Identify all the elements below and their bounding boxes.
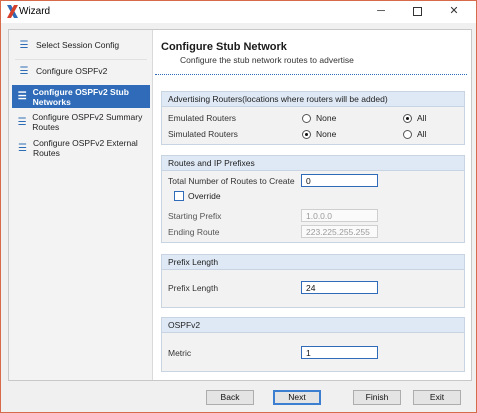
finish-button[interactable]: Finish <box>353 390 401 405</box>
minimize-icon: ─ <box>377 5 385 17</box>
total-routes-label: Total Number of Routes to Create <box>168 176 295 186</box>
group-heading: OSPFv2 <box>162 318 464 333</box>
emulated-none-radio[interactable]: None <box>302 113 336 123</box>
back-button[interactable]: Back <box>206 390 254 405</box>
hamburger-icon: ☰ <box>19 39 29 51</box>
sidebar-item-external-routes[interactable]: ☰ Configure OSPFv2 External Routes <box>12 137 150 159</box>
sidebar-item-label: Select Session Config <box>36 40 120 50</box>
ospfv2-group: OSPFv2 Metric 1 <box>161 317 465 372</box>
title-bar[interactable]: Wizard ─ ✕ <box>1 1 476 23</box>
hamburger-icon: ☰ <box>17 91 27 102</box>
hamburger-icon: ☰ <box>17 142 27 154</box>
sidebar-item-stub-networks[interactable]: ☰ Configure OSPFv2 Stub Networks <box>12 85 150 108</box>
close-button[interactable]: ✕ <box>436 1 472 23</box>
sidebar-item-select-session-config[interactable]: ☰ Select Session Config <box>12 34 150 56</box>
group-heading: Routes and IP Prefixes <box>162 156 464 171</box>
page-subtitle: Configure the stub network routes to adv… <box>180 55 354 65</box>
metric-input[interactable]: 1 <box>301 346 378 359</box>
simulated-all-radio[interactable]: All <box>403 129 426 139</box>
sidebar-item-summary-routes[interactable]: ☰ Configure OSPFv2 Summary Routes <box>12 111 150 133</box>
total-routes-input[interactable]: 0 <box>301 174 378 187</box>
close-icon: ✕ <box>449 5 459 17</box>
sidebar-item-label: Configure OSPFv2 Stub Networks <box>32 86 129 107</box>
next-button[interactable]: Next <box>273 390 321 405</box>
divider <box>155 74 467 75</box>
emulated-routers-label: Emulated Routers <box>168 113 237 123</box>
routes-ip-prefixes-group: Routes and IP Prefixes Total Number of R… <box>161 155 465 243</box>
ending-route-input[interactable]: 223.225.255.255 <box>301 225 378 238</box>
page-title: Configure Stub Network <box>161 41 287 53</box>
maximize-icon <box>412 6 422 16</box>
wizard-frame: ☰ Select Session Config ☰ Configure OSPF… <box>8 29 472 381</box>
starting-prefix-input[interactable]: 1.0.0.0 <box>301 209 378 222</box>
metric-label: Metric <box>168 348 192 358</box>
prefix-length-input[interactable]: 24 <box>301 281 378 294</box>
group-heading: Prefix Length <box>162 255 464 270</box>
wizard-window: Wizard ─ ✕ ☰ Select Session Config ☰ Con… <box>0 0 477 413</box>
radio-circle <box>403 129 412 139</box>
sidebar-item-label: Configure OSPFv2 Summary Routes <box>32 112 143 132</box>
override-checkbox[interactable]: Override <box>174 191 221 201</box>
sidebar-item-configure-ospfv2[interactable]: ☰ Configure OSPFv2 <box>12 60 150 82</box>
sidebar-item-label: Configure OSPFv2 External Routes <box>32 138 138 158</box>
main-panel: Configure Stub Network Configure the stu… <box>153 30 471 380</box>
step-sidebar: ☰ Select Session Config ☰ Configure OSPF… <box>9 30 153 380</box>
emulated-all-radio[interactable]: All <box>403 113 426 123</box>
radio-circle <box>302 113 311 123</box>
ending-route-label: Ending Route <box>168 227 220 237</box>
sidebar-item-label: Configure OSPFv2 <box>36 66 108 76</box>
wizard-x-icon <box>7 5 18 18</box>
starting-prefix-label: Starting Prefix <box>168 211 222 221</box>
hamburger-icon: ☰ <box>19 65 29 77</box>
prefix-length-group: Prefix Length Prefix Length 24 <box>161 254 465 308</box>
exit-button[interactable]: Exit <box>413 390 461 405</box>
window-title: Wizard <box>19 6 51 17</box>
checkbox-box <box>174 191 184 201</box>
maximize-button[interactable] <box>399 1 435 23</box>
simulated-none-radio[interactable]: None <box>302 129 336 139</box>
radio-circle <box>403 113 412 123</box>
prefix-length-label: Prefix Length <box>168 283 219 293</box>
minimize-button[interactable]: ─ <box>363 1 399 23</box>
hamburger-icon: ☰ <box>17 116 27 128</box>
simulated-routers-label: Simulated Routers <box>168 129 238 139</box>
group-heading: Advertising Routers(locations where rout… <box>162 92 464 107</box>
radio-circle <box>302 129 311 139</box>
advertising-routers-group: Advertising Routers(locations where rout… <box>161 91 465 145</box>
